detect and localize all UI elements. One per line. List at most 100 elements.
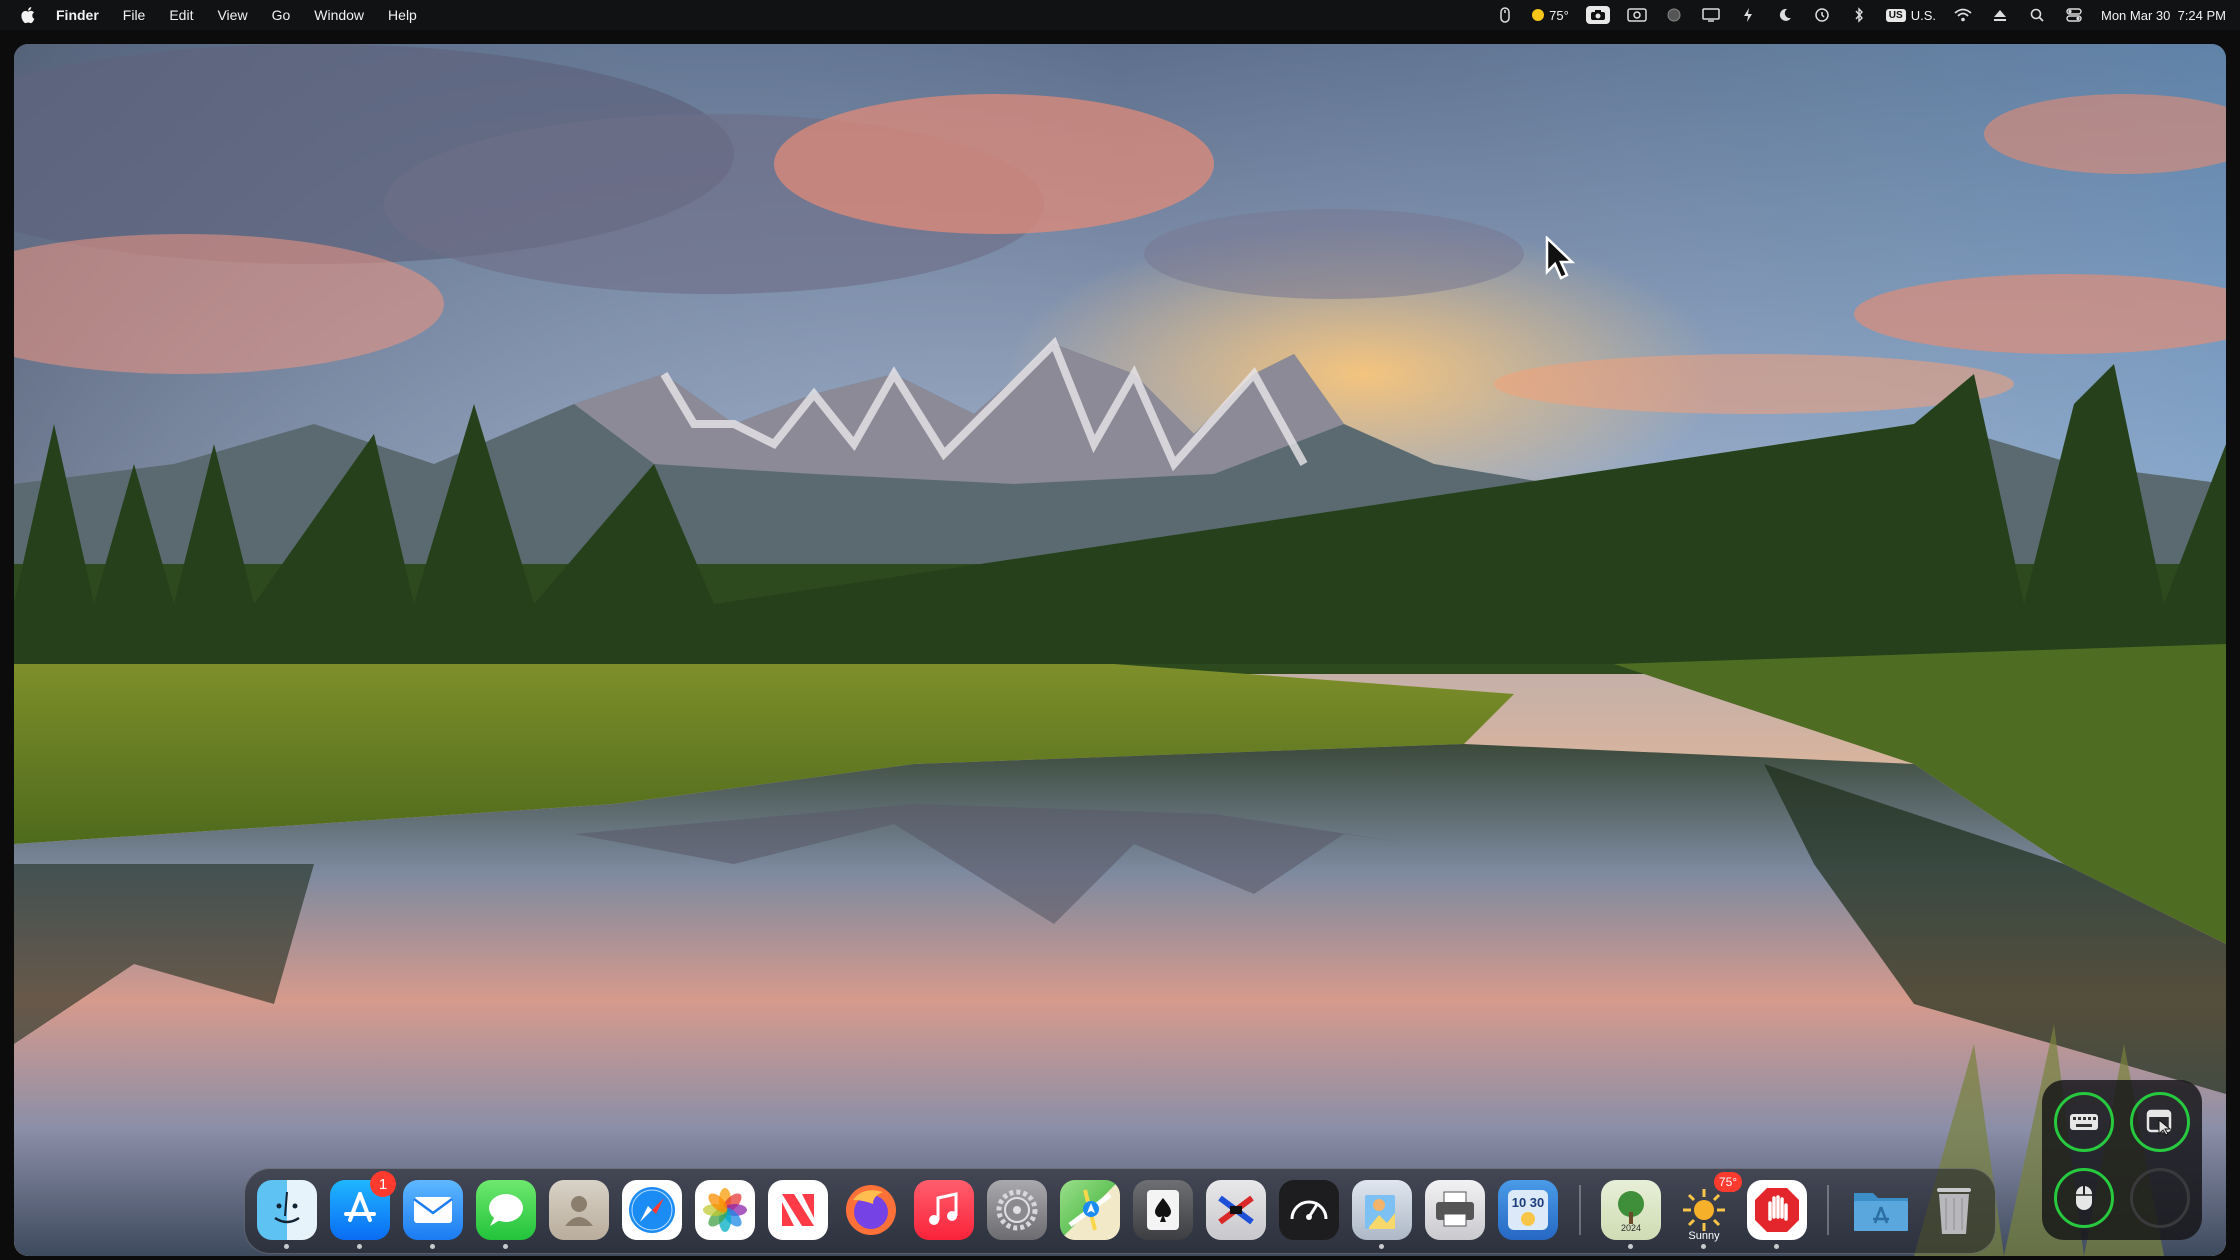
weather-temp: 75° — [1549, 7, 1569, 23]
printer-icon — [1425, 1180, 1485, 1240]
running-indicator — [1774, 1244, 1779, 1249]
dock-printer[interactable] — [1425, 1180, 1485, 1240]
dock-trash[interactable] — [1924, 1180, 1984, 1240]
gauge-icon — [1279, 1180, 1339, 1240]
dock-screen-time[interactable]: 10 30 — [1498, 1180, 1558, 1240]
wifi-icon[interactable] — [1953, 6, 1973, 24]
spotlight-search-icon[interactable] — [2027, 6, 2047, 24]
keyboard-button[interactable] — [2054, 1092, 2114, 1152]
menubar-clock[interactable]: Mon Mar 30 7:24 PM — [2101, 8, 2226, 23]
pointer-window-icon — [2146, 1109, 2172, 1136]
notification-badge: 1 — [370, 1171, 396, 1197]
news-icon — [768, 1180, 828, 1240]
music-icon — [914, 1180, 974, 1240]
gear-icon — [987, 1180, 1047, 1240]
dock-mail[interactable] — [403, 1180, 463, 1249]
weather-temp-badge: 75° — [1714, 1172, 1742, 1192]
camera-icon[interactable] — [1627, 6, 1647, 24]
dock: 1 10 30 2024 75° Sunny — [244, 1168, 1996, 1254]
dock-contacts[interactable] — [549, 1180, 609, 1240]
calendar-weather-icon: 10 30 — [1498, 1180, 1558, 1240]
pointer-window-button[interactable] — [2130, 1092, 2190, 1152]
menu-help[interactable]: Help — [376, 0, 429, 30]
dock-photos[interactable] — [695, 1180, 755, 1240]
menu-file[interactable]: File — [111, 0, 158, 30]
display-icon[interactable] — [1701, 6, 1721, 24]
mouse-cursor-icon — [1545, 236, 1576, 280]
running-indicator — [1379, 1244, 1384, 1249]
menu-go[interactable]: Go — [260, 0, 303, 30]
preview-icon — [1352, 1180, 1412, 1240]
menu-edit[interactable]: Edit — [157, 0, 205, 30]
dock-stop[interactable] — [1747, 1180, 1807, 1249]
dock-news[interactable] — [768, 1180, 828, 1240]
mouse-status-icon[interactable] — [1495, 6, 1515, 24]
dock-activity-monitor[interactable] — [1279, 1180, 1339, 1240]
menu-view[interactable]: View — [205, 0, 259, 30]
dock-maps[interactable] — [1060, 1180, 1120, 1240]
dock-firefox[interactable] — [841, 1180, 901, 1240]
weather-condition: Sunny — [1688, 1230, 1720, 1242]
firefox-icon — [841, 1180, 901, 1240]
dock-app-store[interactable]: 1 — [330, 1171, 396, 1249]
desktop-wallpaper — [14, 44, 2226, 1256]
dock-finder[interactable] — [257, 1180, 317, 1249]
messages-icon — [476, 1180, 536, 1240]
empty-control-slot[interactable] — [2130, 1168, 2190, 1228]
mail-icon — [403, 1180, 463, 1240]
dock-calendar-2024[interactable]: 2024 — [1601, 1180, 1661, 1249]
tree-calendar-icon: 2024 — [1601, 1180, 1661, 1240]
dock-separator — [1579, 1185, 1581, 1235]
dock-nonogram[interactable] — [1206, 1180, 1266, 1240]
running-indicator — [503, 1244, 508, 1249]
running-indicator — [357, 1244, 362, 1249]
maps-icon — [1060, 1180, 1120, 1240]
input-source-badge: US — [1885, 8, 1906, 22]
bolt-icon[interactable] — [1738, 6, 1758, 24]
safari-icon — [622, 1180, 682, 1240]
contacts-icon — [549, 1180, 609, 1240]
dock-solitaire[interactable] — [1133, 1180, 1193, 1240]
accessibility-control-panel — [2042, 1080, 2202, 1240]
menu-app-name[interactable]: Finder — [44, 0, 111, 30]
dock-music[interactable] — [914, 1180, 974, 1240]
puzzle-icon — [1206, 1180, 1266, 1240]
dock-weather-widget[interactable]: 75° Sunny — [1674, 1172, 1742, 1249]
time-machine-icon[interactable] — [1812, 6, 1832, 24]
input-source-label: U.S. — [1910, 7, 1936, 23]
dock-safari[interactable] — [622, 1180, 682, 1240]
photos-icon — [695, 1180, 755, 1240]
calendar-year-label: 2024 — [1621, 1223, 1641, 1233]
moon-icon[interactable] — [1775, 6, 1795, 24]
apple-menu-icon[interactable] — [14, 0, 44, 30]
menu-bar: Finder File Edit View Go Window Help 75°… — [0, 0, 2240, 30]
mouse-button[interactable] — [2054, 1168, 2114, 1228]
running-indicator — [1628, 1244, 1633, 1249]
calendar-date-text: 10 30 — [1512, 1195, 1545, 1210]
spade-card-icon — [1133, 1180, 1193, 1240]
running-indicator — [284, 1244, 289, 1249]
dock-applications-folder[interactable] — [1851, 1180, 1911, 1240]
dock-messages[interactable] — [476, 1180, 536, 1249]
dock-separator — [1827, 1185, 1829, 1235]
trash-icon — [1924, 1180, 1984, 1240]
folder-icon — [1851, 1180, 1911, 1240]
running-indicator — [1701, 1244, 1706, 1249]
mouse-icon — [2076, 1186, 2092, 1210]
circle-status-icon[interactable] — [1664, 6, 1684, 24]
desktop[interactable] — [14, 44, 2226, 1256]
eject-icon[interactable] — [1990, 6, 2010, 24]
bluetooth-icon[interactable] — [1849, 6, 1869, 24]
menu-window[interactable]: Window — [302, 0, 376, 30]
control-center-icon[interactable] — [2064, 6, 2084, 24]
input-source[interactable]: US U.S. — [1885, 7, 1936, 23]
running-indicator — [430, 1244, 435, 1249]
weather-status[interactable]: 75° — [1532, 8, 1569, 23]
finder-icon — [257, 1180, 317, 1240]
screenshot-icon[interactable] — [1585, 6, 1610, 24]
hand-stop-icon — [1747, 1180, 1807, 1240]
keyboard-icon — [2070, 1114, 2098, 1130]
sun-icon — [1532, 9, 1545, 21]
dock-preview[interactable] — [1352, 1180, 1412, 1249]
dock-system-settings[interactable] — [987, 1180, 1047, 1240]
